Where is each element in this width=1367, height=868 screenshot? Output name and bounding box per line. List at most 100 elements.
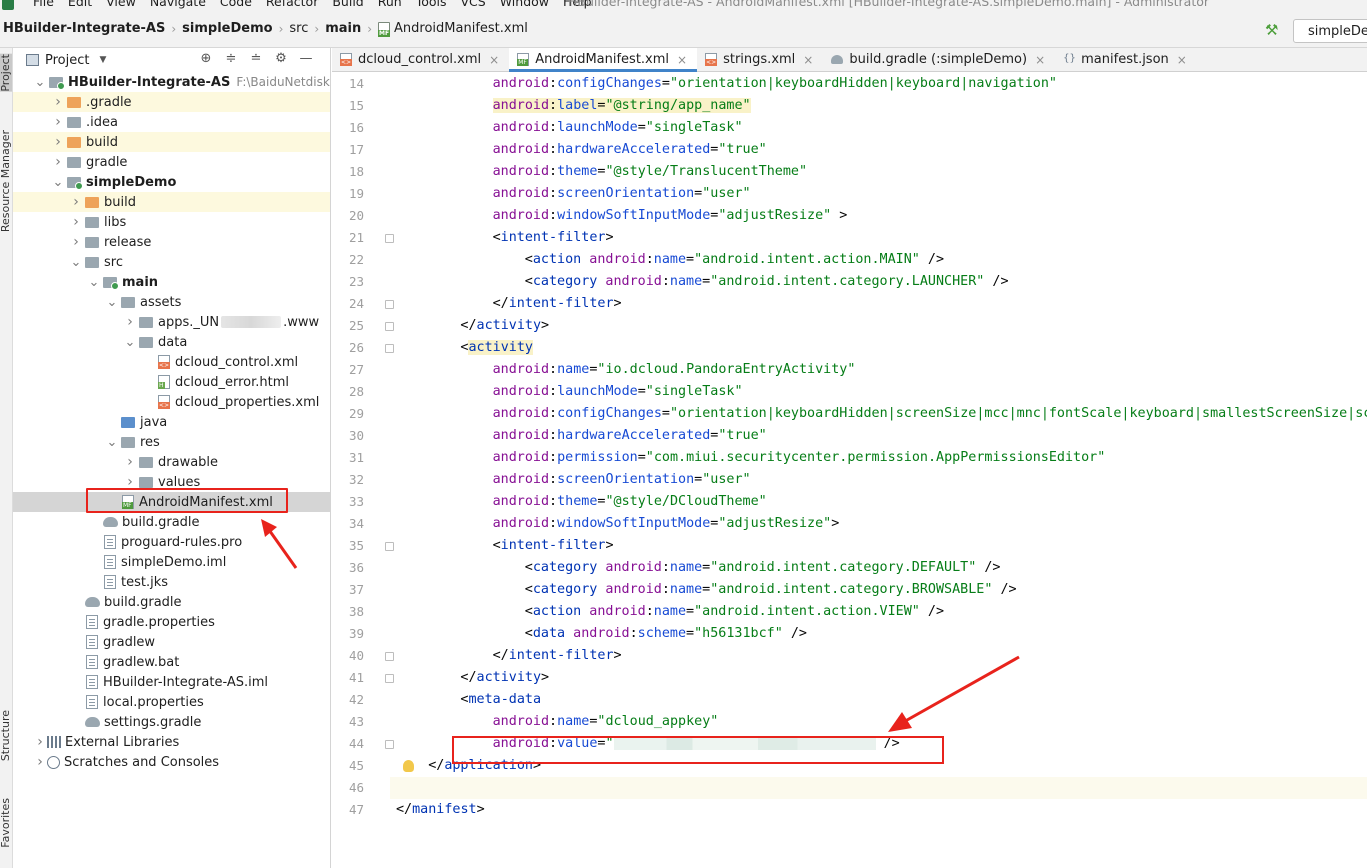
collapse-all-icon[interactable]: ≐ — [249, 52, 263, 66]
expand-all-icon[interactable]: ≑ — [224, 52, 238, 66]
tree-row[interactable]: ›local.properties — [13, 692, 330, 712]
menu-build[interactable]: Build — [325, 0, 370, 10]
tree-row[interactable]: ›dcloud_control.xml — [13, 352, 330, 372]
build-hammer-icon[interactable]: ⚒ — [1265, 21, 1278, 39]
tree-row[interactable]: ⌄ src — [13, 252, 330, 272]
tree-row[interactable]: ›build.gradle — [13, 512, 330, 532]
menu-edit[interactable]: Edit — [61, 0, 99, 10]
chevron-down-icon[interactable]: ⌄ — [87, 275, 101, 290]
tree-item-label: gradlew.bat — [103, 654, 180, 670]
tree-row[interactable]: ›proguard-rules.pro — [13, 532, 330, 552]
editor-tab[interactable]: dcloud_control.xml × — [332, 48, 509, 71]
close-icon[interactable]: × — [1177, 53, 1187, 67]
tree-row[interactable]: › .idea — [13, 112, 330, 132]
code-token: hardwareAccelerated — [557, 428, 711, 443]
chevron-right-icon[interactable]: › — [51, 114, 65, 130]
chevron-right-icon[interactable]: › — [123, 314, 137, 330]
code-token: > — [613, 648, 622, 663]
tree-row[interactable]: ⌄ assets — [13, 292, 330, 312]
tree-row[interactable]: ›dcloud_error.html — [13, 372, 330, 392]
tree-row[interactable]: › Scratches and Consoles — [13, 752, 330, 772]
tree-row[interactable]: › release — [13, 232, 330, 252]
close-icon[interactable]: × — [1035, 53, 1045, 67]
chevron-down-icon[interactable]: ⌄ — [33, 75, 47, 90]
editor-tab[interactable]: AndroidManifest.xml × — [509, 48, 698, 72]
code-token: : — [549, 186, 558, 201]
tree-row[interactable]: ⌄ HBuilder-Integrate-AS F:\BaiduNetdiskDow… — [13, 72, 330, 92]
tree-row[interactable]: ›gradlew.bat — [13, 652, 330, 672]
chevron-right-icon[interactable]: › — [69, 234, 83, 250]
tool-tab-project[interactable]: Project — [0, 54, 12, 92]
menu-file[interactable]: File — [26, 0, 61, 10]
chevron-right-icon[interactable]: › — [51, 134, 65, 150]
tree-row[interactable]: ›settings.gradle — [13, 712, 330, 732]
chevron-right-icon[interactable]: › — [123, 454, 137, 470]
menu-tools[interactable]: Tools — [409, 0, 454, 10]
breadcrumb-module[interactable]: simpleDemo — [182, 21, 272, 36]
tree-row[interactable]: › libs — [13, 212, 330, 232]
tree-row[interactable]: › apps._UN .www — [13, 312, 330, 332]
chevron-right-icon[interactable]: › — [51, 94, 65, 110]
close-icon[interactable]: × — [803, 53, 813, 67]
breadcrumb-project[interactable]: HBuilder-Integrate-AS — [3, 21, 165, 36]
chevron-right-icon[interactable]: › — [51, 154, 65, 170]
chevron-right-icon[interactable]: › — [69, 214, 83, 230]
chevron-right-icon[interactable]: › — [69, 194, 83, 210]
tree-row[interactable]: ›gradle.properties — [13, 612, 330, 632]
tree-row[interactable]: ›java — [13, 412, 330, 432]
tree-row[interactable]: ⌄ res — [13, 432, 330, 452]
tool-tab-resource-manager[interactable]: Resource Manager — [0, 130, 12, 232]
tree-row[interactable]: ›HBuilder-Integrate-AS.iml — [13, 672, 330, 692]
tree-row[interactable]: ›dcloud_properties.xml — [13, 392, 330, 412]
gear-icon[interactable]: ⚙ — [274, 52, 288, 66]
breadcrumb-main[interactable]: main — [325, 21, 361, 36]
editor-tab[interactable]: build.gradle (:simpleDemo) × — [823, 48, 1055, 71]
editor-tab[interactable]: strings.xml × — [697, 48, 823, 71]
chevron-down-icon[interactable]: ⌄ — [69, 255, 83, 270]
tree-row[interactable]: › build — [13, 132, 330, 152]
tree-item-label: gradle — [86, 154, 128, 170]
chevron-down-icon[interactable]: ⌄ — [105, 435, 119, 450]
tree-row[interactable]: ›simpleDemo.iml — [13, 552, 330, 572]
manifest-file-icon — [378, 21, 391, 37]
menu-view[interactable]: View — [99, 0, 143, 10]
chevron-down-icon[interactable]: ⌄ — [123, 335, 137, 350]
breadcrumb-file[interactable]: AndroidManifest.xml — [394, 21, 528, 36]
chevron-down-icon[interactable]: ⌄ — [51, 175, 65, 190]
tree-row[interactable]: ⌄ simpleDemo — [13, 172, 330, 192]
menu-run[interactable]: Run — [371, 0, 409, 10]
editor-tab[interactable]: {} manifest.json × — [1055, 48, 1197, 71]
menu-navigate[interactable]: Navigate — [143, 0, 213, 10]
close-icon[interactable]: × — [677, 53, 687, 67]
code-token: = — [637, 120, 646, 135]
run-configuration-select[interactable]: simpleDemo — [1293, 19, 1367, 43]
menu-vcs[interactable]: VCS — [454, 0, 493, 10]
tree-row[interactable]: ›gradlew — [13, 632, 330, 652]
tree-row[interactable]: › drawable — [13, 452, 330, 472]
tree-row[interactable]: › gradle — [13, 152, 330, 172]
tree-row[interactable]: ⌄ main — [13, 272, 330, 292]
project-panel-title[interactable]: Project — [45, 53, 89, 68]
chevron-right-icon[interactable]: › — [33, 734, 47, 750]
tool-tab-favorites[interactable]: Favorites — [0, 798, 12, 848]
tree-row[interactable]: ›build.gradle — [13, 592, 330, 612]
tree-row[interactable]: › External Libraries — [13, 732, 330, 752]
minimize-icon[interactable]: — — [299, 52, 313, 66]
menu-window[interactable]: Window — [493, 0, 556, 10]
tree-row[interactable]: › .gradle — [13, 92, 330, 112]
chevron-down-icon[interactable]: ⌄ — [105, 295, 119, 310]
tree-row[interactable]: ⌄ data — [13, 332, 330, 352]
close-icon[interactable]: × — [489, 53, 499, 67]
menu-code[interactable]: Code — [213, 0, 259, 10]
tree-row[interactable]: › build — [13, 192, 330, 212]
chevron-down-icon[interactable]: ▼ — [99, 55, 106, 65]
tree-item-label: .gradle — [86, 94, 132, 110]
breadcrumb-src[interactable]: src — [289, 21, 308, 36]
tool-tab-structure[interactable]: Structure — [0, 710, 12, 761]
locate-icon[interactable]: ⊕ — [199, 52, 213, 66]
tree-row[interactable]: ›test.jks — [13, 572, 330, 592]
code-line: <category android:name="android.intent.c… — [390, 579, 1017, 601]
code-token: : — [661, 582, 670, 597]
menu-refactor[interactable]: Refactor — [259, 0, 325, 10]
chevron-right-icon[interactable]: › — [33, 754, 47, 770]
